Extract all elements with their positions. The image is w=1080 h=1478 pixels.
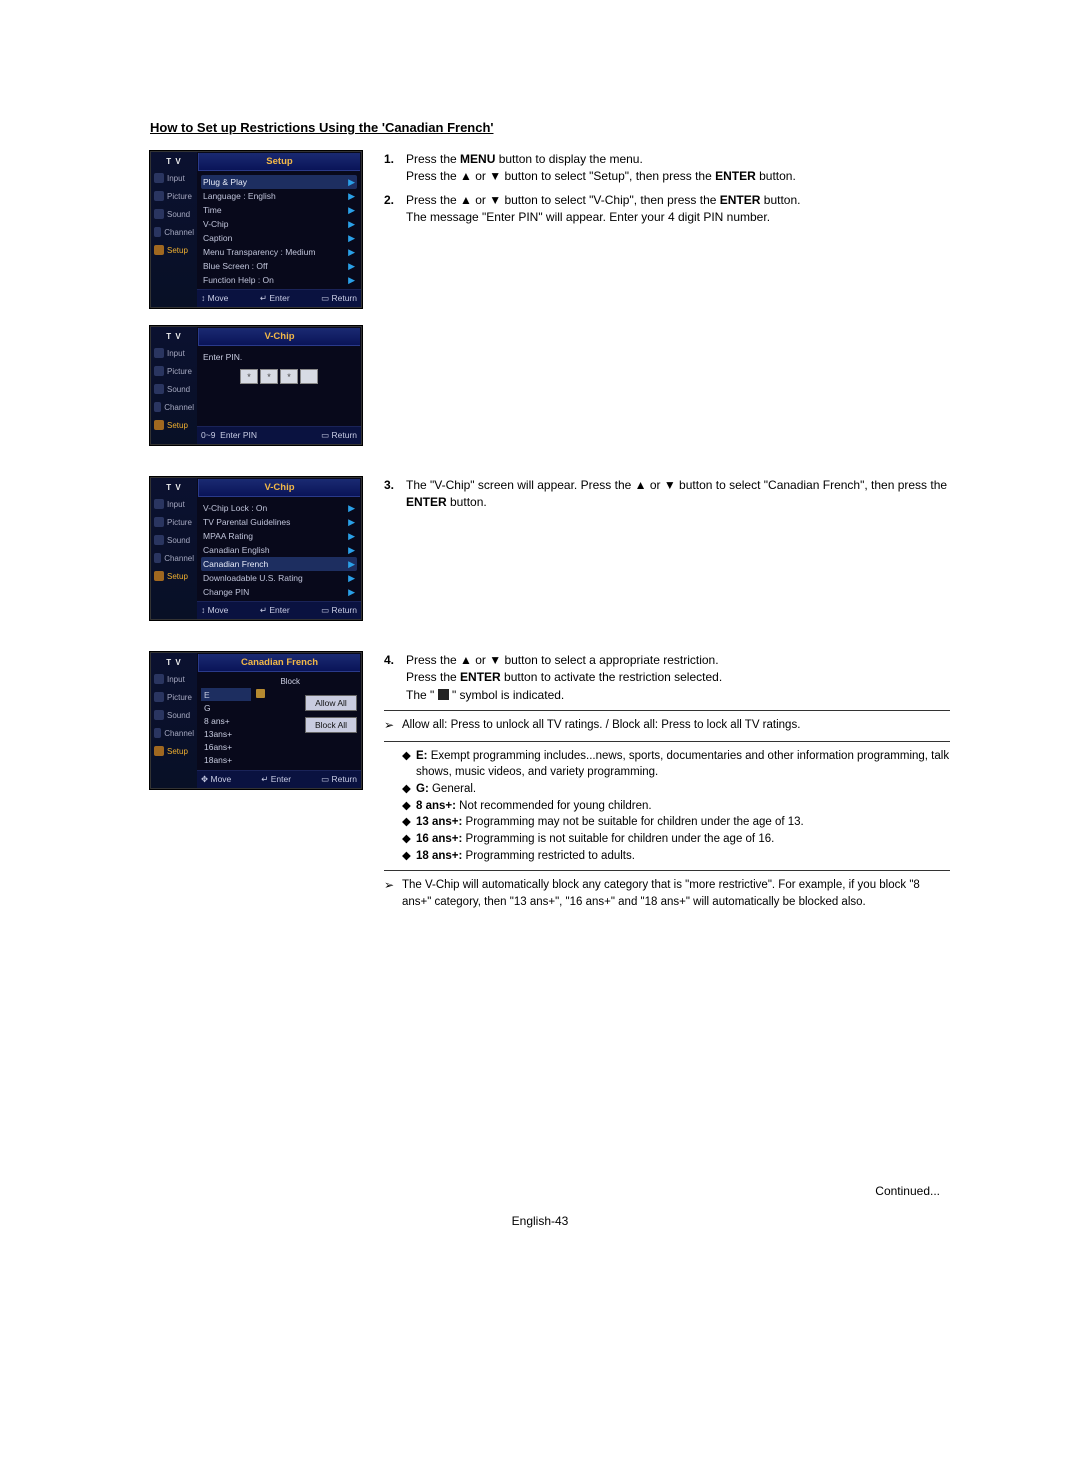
menu-item[interactable]: Function Help : On▶: [201, 273, 357, 287]
menu-item[interactable]: Canadian English ▶: [201, 543, 357, 557]
tv-sidebar-item: Setup: [151, 416, 197, 434]
tv-sidebar: T VInputPictureSoundChannelSetup: [151, 152, 197, 307]
tv-sidebar-item: Picture: [151, 187, 197, 205]
tv-sidebar-item: Channel: [151, 724, 197, 742]
menu-item[interactable]: Time ▶: [201, 203, 357, 217]
tv-sidebar-item: Input: [151, 169, 197, 187]
tv-title: Setup: [198, 153, 360, 171]
tv-footer: ↕ Move ↵ Enter ▭ Return: [197, 289, 361, 307]
rating-row[interactable]: E: [201, 688, 300, 701]
tv-sidebar-item: Picture: [151, 362, 197, 380]
pin-boxes: ***: [240, 369, 318, 384]
menu-item[interactable]: Downloadable U.S. Rating ▶: [201, 571, 357, 585]
tv-sidebar-item: Setup: [151, 742, 197, 760]
section-title: How to Set up Restrictions Using the 'Ca…: [150, 120, 950, 135]
tv-title: V-Chip: [198, 328, 360, 346]
tv-sidebar-item: Channel: [151, 549, 197, 567]
menu-item[interactable]: Caption ▶: [201, 231, 357, 245]
rating-row[interactable]: 8 ans+: [201, 714, 300, 727]
block-column-header: Block: [201, 677, 300, 688]
menu-item[interactable]: V-Chip ▶: [201, 217, 357, 231]
rating-row[interactable]: 13ans+: [201, 727, 300, 740]
menu-item[interactable]: V-Chip Lock : On▶: [201, 501, 357, 515]
ratings-definitions: ◆E: Exempt programming includes...news, …: [402, 748, 950, 865]
tv-canadian-french: T VInputPictureSoundChannelSetup Canadia…: [150, 652, 362, 789]
lock-icon: [256, 689, 265, 698]
note-allow-block: ➢ Allow all: Press to unlock all TV rati…: [384, 717, 950, 734]
page-number: English-43: [512, 1214, 569, 1228]
tv-sidebar-item: Sound: [151, 706, 197, 724]
step-4: 4. Press the ▲ or ▼ button to select a a…: [384, 652, 950, 704]
tv-footer: 0~9 Enter PIN ▭ Return: [197, 426, 361, 444]
tv-setup-screen: T VInputPictureSoundChannelSetup Setup P…: [150, 151, 362, 308]
note-auto-block: ➢ The V-Chip will automatically block an…: [384, 877, 950, 910]
tv-sidebar-item: Sound: [151, 380, 197, 398]
step-2: 2. Press the ▲ or ▼ button to select "V-…: [384, 192, 950, 227]
menu-item[interactable]: Change PIN ▶: [201, 585, 357, 599]
block-all-button[interactable]: Block All: [305, 717, 357, 733]
menu-item[interactable]: Blue Screen : Off▶: [201, 259, 357, 273]
tv-title: Canadian French: [198, 654, 360, 672]
tv-sidebar-item: Input: [151, 670, 197, 688]
tv-pin-screen: T VInputPictureSoundChannelSetup V-Chip …: [150, 326, 362, 445]
tv-sidebar-item: Sound: [151, 531, 197, 549]
tv-sidebar-item: Channel: [151, 398, 197, 416]
rating-row[interactable]: 16ans+: [201, 740, 300, 753]
pin-prompt: Enter PIN.: [201, 350, 357, 363]
tv-vchip-menu: T VInputPictureSoundChannelSetup V-Chip …: [150, 477, 362, 620]
tv-sidebar-item: Setup: [151, 567, 197, 585]
tv-sidebar-item: Channel: [151, 223, 197, 241]
tv-footer: ✥ Move ↵ Enter ▭ Return: [197, 770, 361, 788]
menu-item[interactable]: Plug & Play ▶: [201, 175, 357, 189]
menu-item[interactable]: Canadian French ▶: [201, 557, 357, 571]
tv-sidebar-item: Sound: [151, 205, 197, 223]
lock-icon: [438, 689, 449, 700]
menu-item[interactable]: TV Parental Guidelines ▶: [201, 515, 357, 529]
menu-item[interactable]: Language : English▶: [201, 189, 357, 203]
tv-sidebar-item: Input: [151, 344, 197, 362]
tv-sidebar-item: Input: [151, 495, 197, 513]
menu-item[interactable]: Menu Transparency : Medium▶: [201, 245, 357, 259]
tv-sidebar-item: Setup: [151, 241, 197, 259]
continued-text: Continued...: [875, 1184, 940, 1198]
menu-item[interactable]: MPAA Rating ▶: [201, 529, 357, 543]
allow-all-button[interactable]: Allow All: [305, 695, 357, 711]
step-1: 1. Press the MENU button to display the …: [384, 151, 950, 186]
rating-row[interactable]: G: [201, 701, 300, 714]
step-3: 3. The "V-Chip" screen will appear. Pres…: [384, 477, 950, 512]
tv-sidebar-item: Picture: [151, 688, 197, 706]
rating-row[interactable]: 18ans+: [201, 753, 300, 766]
tv-title: V-Chip: [198, 479, 360, 497]
tv-footer: ↕ Move ↵ Enter ▭ Return: [197, 601, 361, 619]
tv-sidebar-item: Picture: [151, 513, 197, 531]
